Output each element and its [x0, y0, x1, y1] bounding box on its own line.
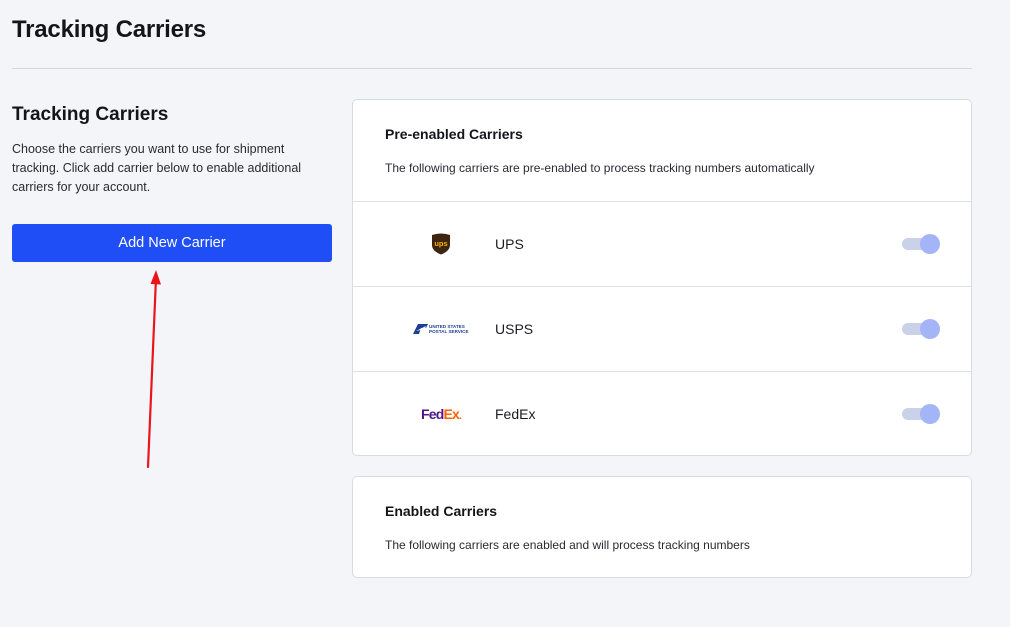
page-title: Tracking Carriers [12, 16, 207, 43]
fedex-logo-text: FedEx. [420, 406, 462, 422]
add-new-carrier-button[interactable]: Add New Carrier [12, 224, 332, 262]
pre-enabled-card-header: Pre-enabled Carriers The following carri… [353, 100, 971, 201]
section-description: Choose the carriers you want to use for … [12, 142, 302, 194]
carrier-toggle-usps[interactable] [902, 319, 940, 339]
carrier-row-ups: ups UPS [353, 201, 971, 286]
section-title: Tracking Carriers [12, 104, 169, 125]
carrier-toggle-ups[interactable] [902, 234, 940, 254]
toggle-knob [920, 234, 940, 254]
pre-enabled-card-description: The following carriers are pre-enabled t… [385, 161, 815, 175]
ups-shield-icon: ups [432, 233, 450, 255]
usps-eagle-icon: UNITED STATES POSTAL SERVICE [413, 324, 469, 334]
carrier-name: FedEx [495, 406, 536, 422]
pre-enabled-card-title: Pre-enabled Carriers [385, 126, 523, 142]
enabled-card-description: The following carriers are enabled and w… [385, 538, 750, 552]
fedex-logo: FedEx. [409, 399, 473, 429]
usps-logo: UNITED STATES POSTAL SERVICE [409, 314, 473, 344]
fedex-logo-ex: Ex [443, 406, 460, 422]
enabled-carriers-card: Enabled Carriers The following carriers … [352, 476, 972, 578]
enabled-card-title: Enabled Carriers [385, 503, 498, 519]
ups-logo-text: ups [434, 239, 447, 248]
toggle-knob [920, 404, 940, 424]
enabled-card-header: Enabled Carriers The following carriers … [353, 477, 971, 578]
left-column: Tracking Carriers Choose the carriers yo… [12, 104, 332, 197]
fedex-logo-fed: Fed [420, 406, 444, 422]
annotation-arrow-head [150, 270, 161, 285]
header-divider [12, 68, 972, 69]
ups-logo: ups [409, 229, 473, 259]
toggle-knob [920, 319, 940, 339]
annotation-arrow [146, 270, 161, 469]
usps-logo-text-2: POSTAL SERVICE [429, 329, 469, 334]
carrier-name: USPS [495, 321, 534, 337]
carrier-row-fedex: FedEx. FedEx [353, 371, 971, 456]
carrier-row-usps: UNITED STATES POSTAL SERVICE USPS [353, 286, 971, 371]
fedex-logo-dot: . [459, 411, 462, 422]
carrier-toggle-fedex[interactable] [902, 404, 940, 424]
carrier-name: UPS [495, 236, 524, 252]
annotation-arrow-shaft [146, 276, 158, 469]
pre-enabled-carriers-card: Pre-enabled Carriers The following carri… [352, 99, 972, 456]
